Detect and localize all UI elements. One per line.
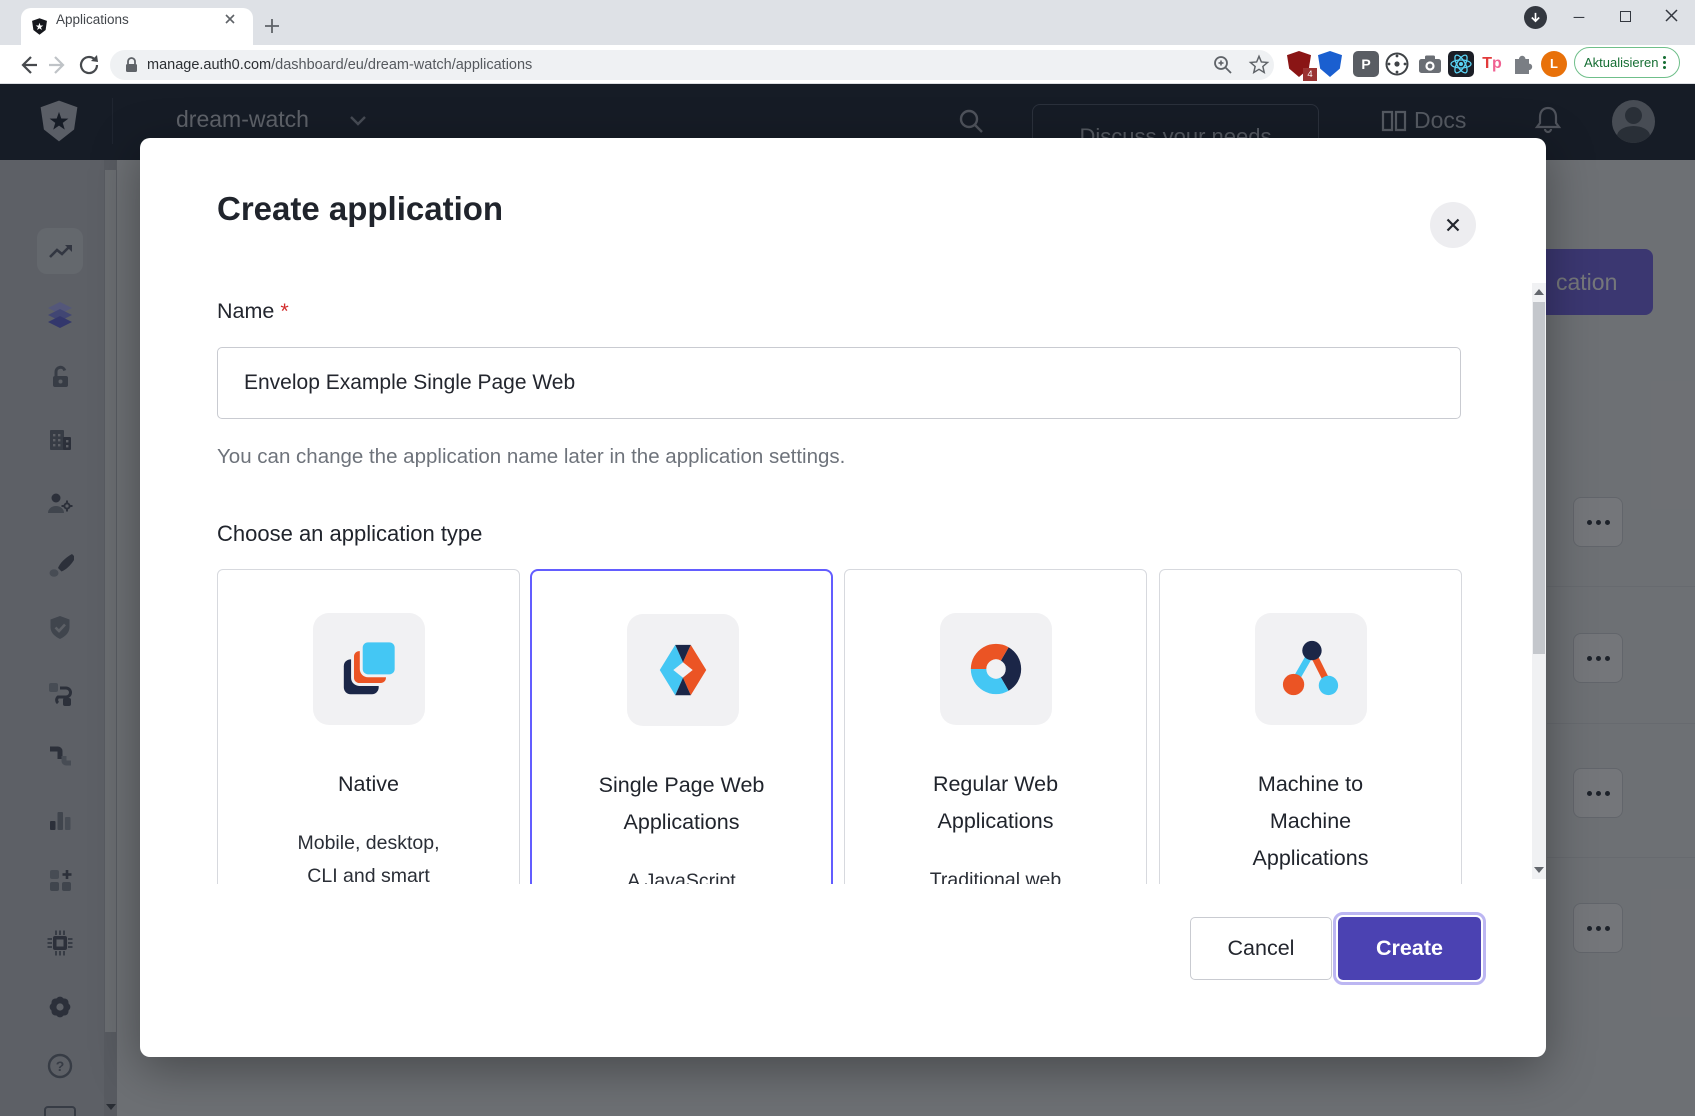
- cancel-button[interactable]: Cancel: [1190, 917, 1332, 980]
- machine-to-machine-icon: [1280, 638, 1342, 700]
- browser-profile-avatar[interactable]: L: [1541, 51, 1567, 77]
- native-icon: [338, 638, 400, 700]
- back-button[interactable]: [14, 52, 40, 78]
- react-devtools-icon[interactable]: [1448, 51, 1474, 77]
- adblock-shield-icon[interactable]: 4: [1287, 51, 1313, 77]
- extensions-puzzle-icon[interactable]: [1510, 51, 1536, 77]
- card-title: Native: [218, 766, 519, 803]
- tab-close-icon[interactable]: [222, 11, 238, 27]
- create-button[interactable]: Create: [1338, 917, 1481, 980]
- modal-body: Name * You can change the application na…: [140, 283, 1532, 884]
- spa-icon-tile: [627, 614, 739, 726]
- address-bar[interactable]: manage.auth0.com/dashboard/eu/dream-watc…: [110, 50, 1274, 80]
- regular-web-app-icon: [965, 638, 1027, 700]
- card-title: Regular Web Applications: [845, 766, 1146, 840]
- app-type-card-regular-web[interactable]: Regular Web Applications Traditional web: [844, 569, 1147, 884]
- name-label: Name *: [217, 299, 289, 324]
- create-application-modal: Create application Name * You can change…: [140, 138, 1546, 1057]
- bookmark-star-icon[interactable]: [1248, 54, 1270, 76]
- new-tab-button[interactable]: [262, 16, 282, 36]
- application-name-input[interactable]: [217, 347, 1461, 419]
- adblock-badge: 4: [1303, 68, 1317, 81]
- window-close-button[interactable]: [1648, 9, 1694, 26]
- card-title: Machine to Machine Applications: [1160, 766, 1461, 877]
- modal-close-button[interactable]: [1430, 202, 1476, 248]
- update-browser-button[interactable]: Aktualisieren: [1574, 47, 1680, 78]
- browser-tab-strip: [0, 0, 1695, 45]
- card-description: A JavaScript: [532, 865, 831, 884]
- reload-button[interactable]: [76, 52, 102, 78]
- close-x-icon: [1442, 214, 1464, 236]
- password-shield-icon[interactable]: [1318, 51, 1344, 77]
- modal-title: Create application: [217, 190, 503, 228]
- forward-button[interactable]: [46, 52, 72, 78]
- regular-web-icon-tile: [940, 613, 1052, 725]
- url-text: manage.auth0.com/dashboard/eu/dream-watc…: [147, 57, 532, 73]
- app-type-card-machine-to-machine[interactable]: Machine to Machine Applications: [1159, 569, 1462, 884]
- scrollbar-down-arrow-icon[interactable]: [1534, 867, 1544, 873]
- single-page-app-icon: [652, 639, 714, 701]
- card-description: Traditional web: [845, 864, 1146, 884]
- tab-title: Applications: [56, 12, 129, 27]
- app-type-card-spa[interactable]: Single Page Web Applications A JavaScrip…: [530, 569, 833, 884]
- app-type-card-native[interactable]: Native Mobile, desktop, CLI and smart: [217, 569, 520, 884]
- modal-scrollbar-thumb[interactable]: [1533, 302, 1545, 654]
- p-letter-extension-icon[interactable]: P: [1353, 51, 1379, 77]
- browser-update-icon[interactable]: [1524, 6, 1547, 29]
- choose-type-label: Choose an application type: [217, 521, 482, 547]
- zoom-page-icon[interactable]: [1212, 54, 1234, 76]
- camera-icon[interactable]: [1417, 51, 1443, 77]
- required-asterisk: *: [280, 299, 288, 323]
- tp-userscripts-icon[interactable]: Tp: [1479, 51, 1505, 77]
- m2m-icon-tile: [1255, 613, 1367, 725]
- screen-capture-icon[interactable]: [1384, 51, 1410, 77]
- scrollbar-up-arrow-icon[interactable]: [1534, 289, 1544, 295]
- card-description: Mobile, desktop, CLI and smart: [218, 827, 519, 884]
- browser-menu-icon[interactable]: [1663, 56, 1666, 69]
- window-minimize-button[interactable]: ─: [1556, 9, 1602, 26]
- lock-icon: [124, 57, 139, 74]
- native-icon-tile: [313, 613, 425, 725]
- window-maximize-button[interactable]: [1602, 9, 1648, 26]
- modal-scrollbar[interactable]: [1532, 283, 1546, 879]
- tab-favicon-auth0-icon: [31, 18, 48, 35]
- name-helper-text: You can change the application name late…: [217, 445, 845, 469]
- card-title: Single Page Web Applications: [532, 767, 831, 841]
